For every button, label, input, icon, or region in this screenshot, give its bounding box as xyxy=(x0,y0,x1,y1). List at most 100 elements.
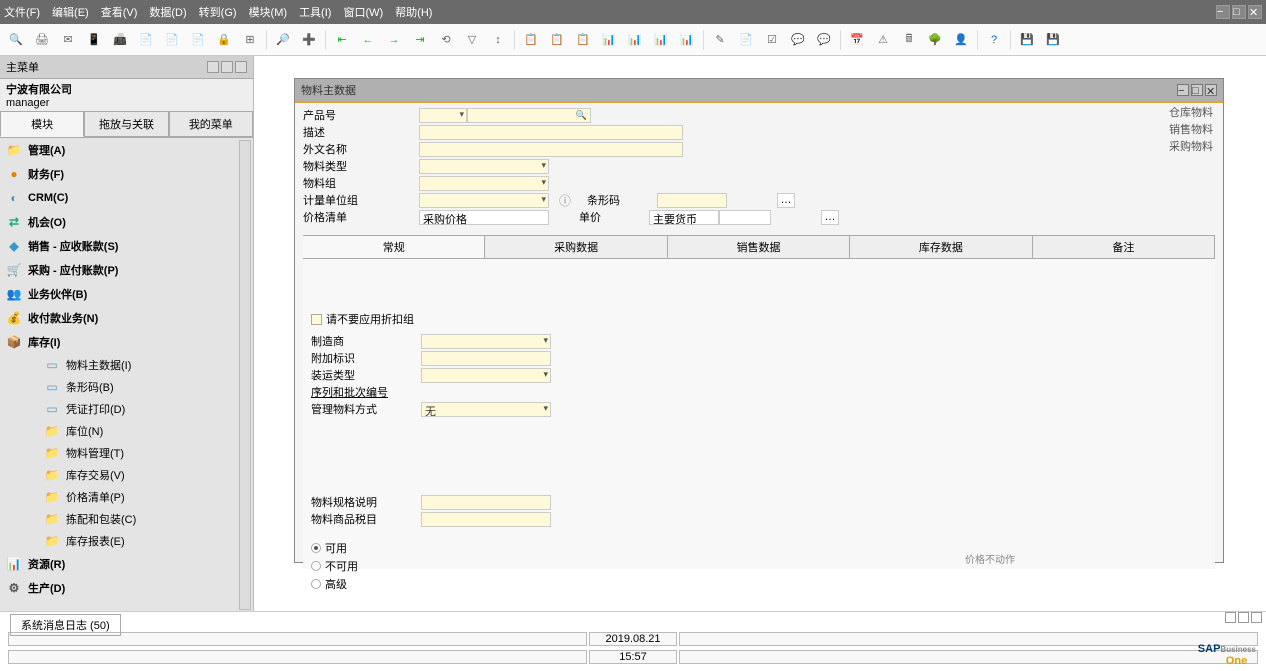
menu-modules[interactable]: 模块(M) xyxy=(249,4,288,20)
ship-type-select[interactable] xyxy=(421,368,551,383)
panel-close-icon[interactable] xyxy=(1251,612,1262,623)
note1-icon[interactable]: 💬 xyxy=(788,30,808,50)
module-opportunities[interactable]: ⇄机会(O) xyxy=(0,210,253,234)
menu-goto[interactable]: 转到(G) xyxy=(199,4,237,20)
uom-group-select[interactable] xyxy=(419,193,549,208)
label-serial-batch[interactable]: 序列和批次编号 xyxy=(311,384,421,400)
tab-general[interactable]: 常规 xyxy=(303,236,485,258)
inventory-reports[interactable]: 📁库存报表(E) xyxy=(0,530,253,552)
close-icon[interactable]: ✕ xyxy=(1248,5,1262,19)
item-group-select[interactable] xyxy=(419,176,549,191)
panel-min-icon[interactable] xyxy=(1225,612,1236,623)
checklist-icon[interactable]: ☑ xyxy=(762,30,782,50)
menu-tools[interactable]: 工具(I) xyxy=(299,4,331,20)
module-crm[interactable]: ◐CRM(C) xyxy=(0,186,253,210)
scrollbar[interactable] xyxy=(239,140,251,610)
barcode-input[interactable] xyxy=(657,193,727,208)
note2-icon[interactable]: 💬 xyxy=(814,30,834,50)
addl-ident-input[interactable] xyxy=(421,351,551,366)
first-record-icon[interactable]: ⇤ xyxy=(332,30,352,50)
export-pdf-icon[interactable]: 📄 xyxy=(188,30,208,50)
sms-icon[interactable]: 📱 xyxy=(84,30,104,50)
foreign-name-input[interactable] xyxy=(419,142,683,157)
price-list-value[interactable]: 采购价格 xyxy=(419,210,549,225)
lock-icon[interactable]: 🔒 xyxy=(214,30,234,50)
db1-icon[interactable]: 💾 xyxy=(1017,30,1037,50)
tree-icon[interactable]: 🌳 xyxy=(925,30,945,50)
manufacturer-select[interactable] xyxy=(421,334,551,349)
filter-icon[interactable]: ▽ xyxy=(462,30,482,50)
menu-data[interactable]: 数据(D) xyxy=(149,4,186,20)
inventory-barcodes[interactable]: ▭条形码(B) xyxy=(0,376,253,398)
chart4-icon[interactable]: 📊 xyxy=(677,30,697,50)
module-resources[interactable]: 📊资源(R) xyxy=(0,552,253,576)
fax-icon[interactable]: 📠 xyxy=(110,30,130,50)
no-discount-checkbox[interactable] xyxy=(311,314,322,325)
menu-edit[interactable]: 编辑(E) xyxy=(52,4,89,20)
info-icon[interactable]: ⓘ xyxy=(557,192,573,208)
export-excel-icon[interactable]: 📄 xyxy=(136,30,156,50)
item-type-select[interactable] xyxy=(419,159,549,174)
menu-help[interactable]: 帮助(H) xyxy=(395,4,432,20)
sidebar-maximize-icon[interactable] xyxy=(221,61,233,73)
email-icon[interactable]: ✉ xyxy=(58,30,78,50)
inventory-pricelist[interactable]: 📁价格清单(P) xyxy=(0,486,253,508)
module-inventory[interactable]: 📦库存(I) xyxy=(0,330,253,354)
manage-method-select[interactable]: 无 xyxy=(421,402,551,417)
module-purchasing[interactable]: 🛒采购 - 应付账款(P) xyxy=(0,258,253,282)
radio-available[interactable]: 可用 xyxy=(311,540,1207,556)
module-banking[interactable]: 💰收付款业务(N) xyxy=(0,306,253,330)
inventory-item-master[interactable]: ▭物料主数据(I) xyxy=(0,354,253,376)
unit-price-currency[interactable]: 主要货币 xyxy=(649,210,719,225)
commodity-tax-input[interactable] xyxy=(421,512,551,527)
spec-desc-input[interactable] xyxy=(421,495,551,510)
form-minimize-icon[interactable]: − xyxy=(1177,84,1189,96)
print-icon[interactable]: 🖨 xyxy=(32,30,52,50)
add-icon[interactable]: ➕ xyxy=(299,30,319,50)
tab-modules[interactable]: 模块 xyxy=(0,111,84,137)
refresh-icon[interactable]: ⟲ xyxy=(436,30,456,50)
purchase-item-link[interactable]: 采购物料 xyxy=(1169,138,1213,154)
inventory-docprint[interactable]: ▭凭证打印(D) xyxy=(0,398,253,420)
barcode-picker-button[interactable]: … xyxy=(777,193,795,208)
tab-remarks[interactable]: 备注 xyxy=(1033,236,1215,258)
form-close-icon[interactable]: ✕ xyxy=(1205,84,1217,96)
prev-record-icon[interactable]: ← xyxy=(358,30,378,50)
no-discount-checkbox-row[interactable]: 请不要应用折扣组 xyxy=(311,311,1207,327)
sidebar-minimize-icon[interactable] xyxy=(207,61,219,73)
menu-view[interactable]: 查看(V) xyxy=(101,4,138,20)
doc2-icon[interactable]: 📋 xyxy=(547,30,567,50)
radio-advanced[interactable]: 高级 xyxy=(311,576,1207,592)
inventory-mgmt[interactable]: 📁物料管理(T) xyxy=(0,442,253,464)
tab-sales-data[interactable]: 销售数据 xyxy=(668,236,850,258)
unit-price-value[interactable] xyxy=(719,210,771,225)
last-record-icon[interactable]: ⇥ xyxy=(410,30,430,50)
tab-purchasing-data[interactable]: 采购数据 xyxy=(485,236,667,258)
description-input[interactable] xyxy=(419,125,683,140)
user-icon[interactable]: 👤 xyxy=(951,30,971,50)
maximize-icon[interactable]: □ xyxy=(1232,5,1246,19)
warehouse-item-link[interactable]: 仓库物料 xyxy=(1169,104,1213,120)
form-maximize-icon[interactable]: □ xyxy=(1191,84,1203,96)
module-production[interactable]: ⚙生产(D) xyxy=(0,576,253,600)
menu-file[interactable]: 文件(F) xyxy=(4,4,40,20)
product-no-input[interactable]: 🔍 xyxy=(467,108,591,123)
module-sales[interactable]: ◆销售 - 应收账款(S) xyxy=(0,234,253,258)
chart2-icon[interactable]: 📊 xyxy=(625,30,645,50)
find-icon[interactable]: 🔎 xyxy=(273,30,293,50)
calc-icon[interactable]: 🖩 xyxy=(899,30,919,50)
help-icon[interactable]: ? xyxy=(984,30,1004,50)
product-no-type-select[interactable] xyxy=(419,108,467,123)
menu-window[interactable]: 窗口(W) xyxy=(343,4,383,20)
module-admin[interactable]: 📁管理(A) xyxy=(0,138,253,162)
new-doc-icon[interactable]: 📄 xyxy=(736,30,756,50)
doc1-icon[interactable]: 📋 xyxy=(521,30,541,50)
edit-icon[interactable]: ✎ xyxy=(710,30,730,50)
system-message-log[interactable]: 系统消息日志 (50) xyxy=(10,614,121,636)
alert-icon[interactable]: ⚠ xyxy=(873,30,893,50)
module-bp[interactable]: 👥业务伙伴(B) xyxy=(0,282,253,306)
doc3-icon[interactable]: 📋 xyxy=(573,30,593,50)
calendar-icon[interactable]: 📅 xyxy=(847,30,867,50)
tab-mymenu[interactable]: 我的菜单 xyxy=(169,111,253,137)
export-word-icon[interactable]: 📄 xyxy=(162,30,182,50)
